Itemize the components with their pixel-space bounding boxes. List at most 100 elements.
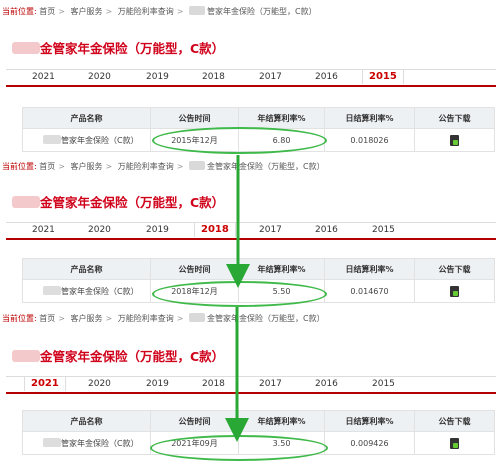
col-download: 公告下载 — [414, 107, 495, 129]
tab-year-2016[interactable]: 2016 — [315, 225, 338, 235]
tab-year-2021[interactable]: 2021 — [32, 225, 55, 235]
download-icon[interactable] — [450, 134, 459, 146]
download-icon[interactable] — [450, 285, 459, 297]
breadcrumb: 当前位置: 首页 > 客户服务 > 万能险利率查询 > 金管家年金保险（万能型，C款） — [2, 313, 325, 324]
table-header-row: 产品名称 公告时间 年结算利率% 日结算利率% 公告下载 — [22, 107, 495, 129]
col-daily-rate: 日结算利率% — [324, 258, 415, 280]
cell-daily-rate: 0.014670 — [324, 279, 415, 303]
col-time: 公告时间 — [150, 410, 239, 432]
tab-year-2020[interactable]: 2020 — [88, 379, 111, 389]
col-download: 公告下载 — [414, 258, 495, 280]
breadcrumb-lead: 当前位置: — [2, 314, 37, 323]
year-tabs: 2021 2020 2019 2018 2017 2016 2015 — [6, 376, 496, 394]
breadcrumb-query[interactable]: 万能险利率查询 — [118, 314, 174, 323]
breadcrumb-product: 管家年金保险（万能型，C款） — [207, 7, 317, 16]
col-annual-rate: 年结算利率% — [238, 410, 325, 432]
cell-product: 管家年金保险（C款） — [22, 279, 151, 303]
col-product: 产品名称 — [22, 258, 151, 280]
breadcrumb-service[interactable]: 客户服务 — [71, 314, 103, 323]
breadcrumb-service[interactable]: 客户服务 — [71, 7, 103, 16]
col-product: 产品名称 — [22, 410, 151, 432]
tab-year-2015[interactable]: 2015 — [372, 225, 395, 235]
table-header-row: 产品名称 公告时间 年结算利率% 日结算利率% 公告下载 — [22, 410, 495, 432]
breadcrumb-lead: 当前位置: — [2, 162, 37, 171]
page-title: 金管家年金保险（万能型，C款） — [12, 38, 224, 57]
col-time: 公告时间 — [150, 107, 239, 129]
download-icon[interactable] — [450, 437, 459, 449]
col-time: 公告时间 — [150, 258, 239, 280]
tab-year-2019[interactable]: 2019 — [146, 379, 169, 389]
cell-download — [414, 128, 495, 152]
redacted-text — [43, 437, 61, 447]
product-name: 管家年金保险（C款） — [61, 438, 139, 448]
tab-year-2020[interactable]: 2020 — [88, 72, 111, 82]
tab-year-2020[interactable]: 2020 — [88, 225, 111, 235]
tab-year-2019[interactable]: 2019 — [146, 225, 169, 235]
cell-daily-rate: 0.018026 — [324, 128, 415, 152]
redacted-text — [189, 161, 205, 170]
page-title-text: 金管家年金保险（万能型，C款） — [40, 195, 225, 210]
redacted-text — [12, 196, 40, 208]
breadcrumb-sep: > — [176, 314, 184, 323]
cell-product: 管家年金保险（C款） — [22, 128, 151, 152]
col-product: 产品名称 — [22, 107, 151, 129]
highlight-ellipse — [152, 127, 327, 154]
tab-year-2015[interactable]: 2015 — [362, 69, 404, 84]
table-header-row: 产品名称 公告时间 年结算利率% 日结算利率% 公告下载 — [22, 258, 495, 280]
page-title-text: 金管家年金保险（万能型，C款） — [40, 349, 225, 364]
tab-year-2021[interactable]: 2021 — [32, 72, 55, 82]
cell-product: 管家年金保险（C款） — [22, 431, 151, 455]
breadcrumb: 当前位置: 首页 > 客户服务 > 万能险利率查询 > 管家年金保险（万能型，C款） — [2, 6, 317, 17]
breadcrumb: 当前位置: 首页 > 客户服务 > 万能险利率查询 > 金管家年金保险（万能型，C款） — [2, 161, 325, 172]
cell-daily-rate: 0.009426 — [324, 431, 415, 455]
tab-year-2021[interactable]: 2021 — [24, 376, 66, 391]
tab-year-2016[interactable]: 2016 — [315, 72, 338, 82]
product-name: 管家年金保险（C款） — [61, 286, 139, 296]
product-name: 管家年金保险（C款） — [61, 135, 139, 145]
redacted-text — [189, 313, 205, 322]
breadcrumb-sep: > — [176, 162, 184, 171]
col-annual-rate: 年结算利率% — [238, 107, 325, 129]
year-tabs: 2021 2020 2019 2018 2017 2016 2015 — [6, 69, 496, 87]
cell-download — [414, 431, 495, 455]
tab-year-2018[interactable]: 2018 — [194, 222, 236, 237]
tab-year-2018[interactable]: 2018 — [202, 379, 225, 389]
redacted-text — [189, 6, 205, 15]
breadcrumb-query[interactable]: 万能险利率查询 — [118, 7, 174, 16]
highlight-ellipse — [152, 281, 327, 307]
highlight-ellipse — [150, 435, 328, 461]
tab-year-2017[interactable]: 2017 — [259, 72, 282, 82]
breadcrumb-query[interactable]: 万能险利率查询 — [118, 162, 174, 171]
breadcrumb-sep: > — [176, 7, 184, 16]
col-annual-rate: 年结算利率% — [238, 258, 325, 280]
tab-year-2017[interactable]: 2017 — [259, 225, 282, 235]
redacted-text — [43, 134, 61, 144]
year-tabs: 2021 2020 2019 2018 2017 2016 2015 — [6, 222, 496, 240]
tab-year-2017[interactable]: 2017 — [259, 379, 282, 389]
breadcrumb-sep: > — [105, 7, 113, 16]
breadcrumb-sep: > — [58, 162, 65, 171]
redacted-text — [43, 285, 61, 295]
breadcrumb-sep: > — [105, 314, 113, 323]
breadcrumb-home[interactable]: 首页 — [39, 162, 55, 171]
panel-2021: 当前位置: 首页 > 客户服务 > 万能险利率查询 > 金管家年金保险（万能型，C款）… — [0, 308, 500, 463]
col-download: 公告下载 — [414, 410, 495, 432]
page-title: 金管家年金保险（万能型，C款） — [12, 192, 224, 211]
breadcrumb-product: 金管家年金保险（万能型，C款） — [207, 162, 325, 171]
redacted-text — [12, 350, 40, 362]
tab-year-2016[interactable]: 2016 — [315, 379, 338, 389]
breadcrumb-sep: > — [58, 314, 65, 323]
cell-download — [414, 279, 495, 303]
breadcrumb-sep: > — [105, 162, 113, 171]
col-daily-rate: 日结算利率% — [324, 107, 415, 129]
tab-year-2019[interactable]: 2019 — [146, 72, 169, 82]
breadcrumb-home[interactable]: 首页 — [39, 7, 55, 16]
page-title-text: 金管家年金保险（万能型，C款） — [40, 41, 225, 56]
tab-year-2015[interactable]: 2015 — [372, 379, 395, 389]
breadcrumb-product: 金管家年金保险（万能型，C款） — [207, 314, 325, 323]
breadcrumb-service[interactable]: 客户服务 — [71, 162, 103, 171]
panel-2015: 当前位置: 首页 > 客户服务 > 万能险利率查询 > 管家年金保险（万能型，C款） … — [0, 0, 500, 158]
breadcrumb-home[interactable]: 首页 — [39, 314, 55, 323]
tab-year-2018[interactable]: 2018 — [202, 72, 225, 82]
page-title: 金管家年金保险（万能型，C款） — [12, 346, 224, 365]
